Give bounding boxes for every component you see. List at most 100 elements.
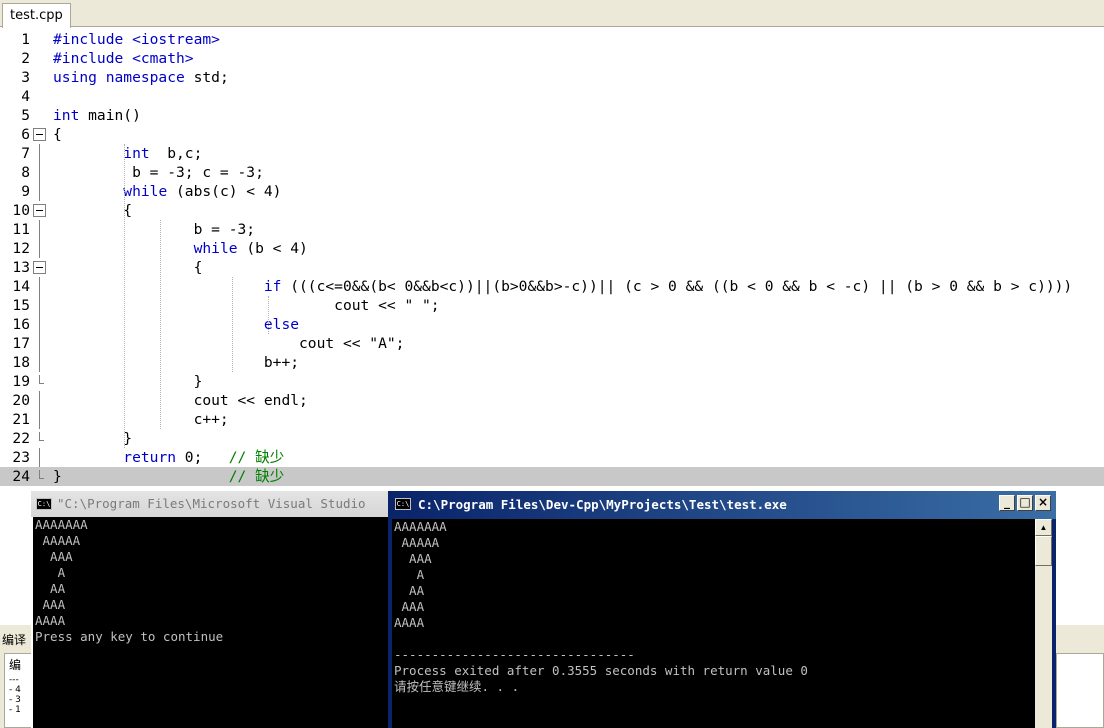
list-item: --- bbox=[9, 675, 19, 685]
fold-toggle-icon[interactable] bbox=[33, 261, 46, 274]
code-line[interactable]: 9 while (abs(c) < 4) bbox=[0, 182, 1104, 201]
console-titlebar[interactable]: C:\ C:\Program Files\Dev-Cpp\MyProjects\… bbox=[388, 491, 1056, 519]
line-number: 1 bbox=[21, 31, 30, 48]
list-item: - 4 bbox=[9, 685, 21, 695]
code-line[interactable]: 10 { bbox=[0, 201, 1104, 220]
scroll-thumb[interactable] bbox=[1035, 536, 1052, 566]
line-number: 14 bbox=[12, 278, 30, 295]
code-line[interactable]: 16 else bbox=[0, 315, 1104, 334]
code-text: b++; bbox=[53, 354, 300, 371]
list-header: 编 bbox=[9, 658, 22, 672]
code-line[interactable]: 22 } bbox=[0, 429, 1104, 448]
console-output: AAAAAAA AAAAA AAA A AA AAA AAAA Press any … bbox=[33, 517, 389, 728]
code-text: while (abs(c) < 4) bbox=[123, 183, 282, 200]
compiler-tab[interactable]: 编译 bbox=[2, 631, 26, 648]
fold-line-icon bbox=[33, 239, 46, 258]
code-text: cout << " "; bbox=[53, 297, 440, 314]
line-number: 7 bbox=[21, 145, 30, 162]
code-line[interactable]: 21 c++; bbox=[0, 410, 1104, 429]
code-text: int main() bbox=[53, 107, 141, 124]
line-number: 24 bbox=[12, 468, 30, 485]
code-line[interactable]: 5 int main() bbox=[0, 106, 1104, 125]
console-line: AAAA bbox=[394, 615, 425, 630]
code-text: } bbox=[53, 430, 133, 447]
line-number: 20 bbox=[12, 392, 30, 409]
fold-line-icon bbox=[33, 410, 46, 429]
code-line[interactable]: 20 cout << endl; bbox=[0, 391, 1104, 410]
code-line[interactable]: 24 } // 缺少 bbox=[0, 467, 1104, 486]
line-number: 16 bbox=[12, 316, 30, 333]
line-number: 11 bbox=[12, 221, 30, 238]
console-line: A bbox=[394, 567, 425, 582]
code-line[interactable]: 13 { bbox=[0, 258, 1104, 277]
fold-line-icon bbox=[33, 163, 46, 182]
code-text: if (((c<=0&&(b< 0&&b<c))||(b>0&&b>-c))||… bbox=[263, 278, 1073, 295]
code-line[interactable]: 19 } bbox=[0, 372, 1104, 391]
code-line[interactable]: 11 b = -3; bbox=[0, 220, 1104, 239]
console-line: AAA bbox=[394, 599, 425, 614]
console-window-vs[interactable]: C:\ "C:\Program Files\Microsoft Visual S… bbox=[31, 491, 391, 728]
code-text: { bbox=[53, 202, 133, 219]
close-button[interactable]: × bbox=[1035, 495, 1051, 511]
code-line[interactable]: 1 #include <iostream> bbox=[0, 30, 1104, 49]
code-line[interactable]: 7 int b,c; bbox=[0, 144, 1104, 163]
fold-end-icon bbox=[33, 375, 46, 388]
code-line[interactable]: 17 cout << "A"; bbox=[0, 334, 1104, 353]
compiler-detail-pane bbox=[1056, 653, 1104, 728]
console-line: A bbox=[35, 565, 66, 580]
code-text: #include <iostream> bbox=[53, 31, 220, 48]
indent-guide bbox=[160, 220, 161, 429]
line-number: 17 bbox=[12, 335, 30, 352]
line-number: 2 bbox=[21, 50, 30, 67]
code-line[interactable]: 4 bbox=[0, 87, 1104, 106]
code-line[interactable]: 23 return 0; // 缺少 bbox=[0, 448, 1104, 467]
maximize-button[interactable]: □ bbox=[1017, 495, 1033, 511]
fold-line-icon bbox=[33, 144, 46, 163]
console-line: Press any key to continue bbox=[35, 629, 224, 644]
code-line[interactable]: 3 using namespace std; bbox=[0, 68, 1104, 87]
code-text: cout << endl; bbox=[53, 392, 308, 409]
line-number: 8 bbox=[21, 164, 30, 181]
code-text: } // 缺少 bbox=[53, 468, 285, 485]
tab-test-cpp[interactable]: test.cpp bbox=[2, 3, 71, 28]
code-text: cout << "A"; bbox=[53, 335, 405, 352]
code-text: b = -3; bbox=[53, 221, 256, 238]
code-line[interactable]: 14 if (((c<=0&&(b< 0&&b<c))||(b>0&&b>-c)… bbox=[0, 277, 1104, 296]
console-line: AA bbox=[35, 581, 66, 596]
code-text: using namespace std; bbox=[53, 69, 229, 86]
code-text: else bbox=[263, 316, 300, 333]
code-line[interactable]: 8 b = -3; c = -3; bbox=[0, 163, 1104, 182]
code-line[interactable]: 6{ bbox=[0, 125, 1104, 144]
code-text: return 0; // 缺少 bbox=[123, 449, 285, 466]
console-window-devcpp[interactable]: C:\ C:\Program Files\Dev-Cpp\MyProjects\… bbox=[388, 491, 1056, 728]
console-line: AAA bbox=[394, 551, 432, 566]
console-line: AAAAA bbox=[394, 535, 440, 550]
code-text: c++; bbox=[53, 411, 229, 428]
fold-line-icon bbox=[33, 353, 46, 372]
line-number: 13 bbox=[12, 259, 30, 276]
minimize-button[interactable]: _ bbox=[999, 495, 1015, 511]
line-number: 6 bbox=[21, 126, 30, 143]
code-line[interactable]: 2 #include <cmath> bbox=[0, 49, 1104, 68]
code-text: { bbox=[53, 126, 62, 143]
code-area[interactable]: 1 #include <iostream> 2 #include <cmath> 3 us… bbox=[0, 30, 1104, 490]
fold-toggle-icon[interactable] bbox=[33, 204, 46, 217]
code-text: #include <cmath> bbox=[53, 50, 194, 67]
vertical-scrollbar[interactable]: ▲ bbox=[1035, 519, 1052, 728]
line-number: 19 bbox=[12, 373, 30, 390]
code-line[interactable]: 15 cout << " "; bbox=[0, 296, 1104, 315]
console-line: -------------------------------- bbox=[394, 647, 635, 662]
fold-toggle-icon[interactable] bbox=[33, 128, 46, 141]
code-line[interactable]: 18 b++; bbox=[0, 353, 1104, 372]
console-titlebar[interactable]: C:\ "C:\Program Files\Microsoft Visual S… bbox=[31, 491, 391, 517]
fold-end-icon bbox=[33, 432, 46, 445]
code-text: while (b < 4) bbox=[193, 240, 308, 257]
code-line[interactable]: 12 while (b < 4) bbox=[0, 239, 1104, 258]
console-line: AAAAA bbox=[35, 533, 81, 548]
console-icon: C:\ bbox=[36, 498, 52, 510]
line-number: 10 bbox=[12, 202, 30, 219]
editor-tab-bar: test.cpp bbox=[0, 0, 1104, 28]
fold-line-icon bbox=[33, 334, 46, 353]
fold-line-icon bbox=[33, 220, 46, 239]
scroll-up-icon[interactable]: ▲ bbox=[1035, 519, 1052, 536]
